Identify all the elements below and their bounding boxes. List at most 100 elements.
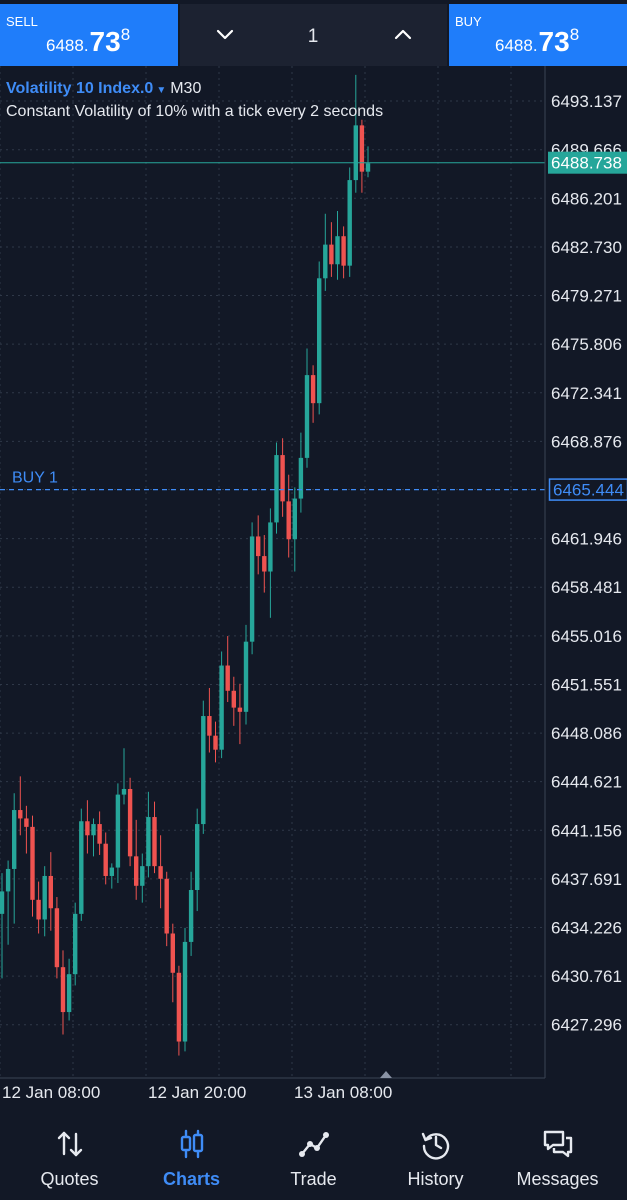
sell-price: 6488.738: [46, 25, 131, 57]
history-clock-icon: [421, 1132, 449, 1160]
time-axis-label: 13 Jan 08:00: [294, 1083, 392, 1102]
volume-decrease-button[interactable]: [200, 10, 250, 60]
candle-body: [317, 278, 322, 404]
candle-body: [188, 890, 194, 942]
candle-body: [42, 875, 47, 920]
candle-body: [115, 794, 121, 868]
candle-body: [256, 536, 261, 557]
candle-body: [182, 941, 188, 1042]
volume-value[interactable]: 1: [283, 26, 343, 48]
timeframe-label[interactable]: M30: [170, 80, 201, 97]
time-axis-label: 12 Jan 08:00: [2, 1083, 100, 1102]
candle-body: [85, 821, 90, 836]
candle-body: [127, 788, 133, 857]
sell-label: SELL: [6, 14, 38, 29]
price-axis-label: 6430.761: [551, 967, 622, 986]
price-axis-label: 6468.876: [551, 432, 622, 451]
candle-body: [5, 868, 11, 892]
nav-messages-label: Messages: [516, 1169, 599, 1189]
symbol-description: Constant Volatility of 10% with a tick e…: [6, 103, 384, 120]
candle-body: [103, 843, 108, 876]
candle-body: [243, 641, 249, 712]
candle-body: [91, 824, 96, 836]
candle-body: [18, 810, 23, 819]
candle-body: [79, 821, 84, 914]
candle-body: [249, 536, 255, 642]
volume-increase-button[interactable]: [378, 10, 428, 60]
price-axis-label: 6441.156: [551, 821, 622, 840]
candle-body: [329, 244, 334, 265]
chart-grid: [0, 66, 545, 1078]
trade-bar: SELL 6488.738 1 BUY 6488.738: [0, 0, 627, 66]
price-axis-label: 6458.481: [551, 578, 622, 597]
candle-body: [109, 867, 114, 876]
nav-trade[interactable]: Trade: [251, 1106, 376, 1200]
candle-body: [36, 899, 41, 920]
nav-messages[interactable]: Messages: [495, 1106, 620, 1200]
sell-button[interactable]: SELL 6488.738: [0, 4, 178, 66]
messages-icon: [543, 1130, 572, 1158]
buy-label: BUY: [455, 14, 482, 29]
candle-body: [176, 972, 182, 1042]
bottom-nav: Quotes Charts Trade History Messages: [0, 1106, 627, 1200]
caret-down-icon[interactable]: ▼: [156, 85, 166, 96]
candle-body: [0, 891, 5, 914]
candle-body: [201, 716, 206, 825]
candle-body: [280, 455, 285, 502]
candle-body: [310, 375, 316, 404]
trend-line-icon: [298, 1132, 329, 1157]
candle-body: [121, 788, 127, 795]
candle-body: [146, 817, 151, 867]
candle-body: [140, 866, 145, 886]
buy-order-label[interactable]: BUY 1: [12, 470, 58, 487]
time-axis: 12 Jan 08:00 12 Jan 20:00 13 Jan 08:00: [0, 1071, 545, 1102]
buy-button[interactable]: BUY 6488.738: [449, 4, 627, 66]
candle-body: [341, 236, 346, 266]
candle-body: [213, 735, 218, 750]
candle-body: [158, 866, 163, 879]
price-axis: 6493.1376489.6666486.2016482.7306479.271…: [544, 66, 627, 1078]
candle-body: [48, 875, 53, 909]
candle-body: [134, 856, 139, 886]
price-axis-label: 6479.271: [551, 287, 622, 306]
price-axis-label: 6493.137: [551, 92, 622, 111]
nav-history-label: History: [407, 1169, 464, 1189]
nav-quotes[interactable]: Quotes: [7, 1106, 132, 1200]
candle-body: [304, 375, 310, 458]
symbol-selector[interactable]: Volatility 10 Index.0: [6, 80, 153, 97]
candle-body: [97, 824, 102, 844]
chart-title: Volatility 10 Index.0 ▼ M30: [6, 80, 201, 98]
candle-body: [335, 236, 340, 265]
candle-body: [170, 933, 175, 973]
price-axis-label: 6482.730: [551, 238, 622, 257]
candles-icon: [180, 1129, 203, 1159]
price-axis-label: 6444.621: [551, 773, 622, 792]
price-axis-label: 6461.946: [551, 530, 622, 549]
candle-body: [353, 125, 358, 181]
chevron-down-icon: [216, 29, 234, 40]
price-axis-label: 6475.806: [551, 335, 622, 354]
candle-body: [347, 180, 352, 266]
volume-stepper: 1: [180, 4, 447, 66]
price-axis-label: 6472.341: [551, 384, 622, 403]
price-chart[interactable]: BUY 1 6493.1376489.6666486.2016482.73064…: [0, 66, 627, 1106]
nav-history[interactable]: History: [373, 1106, 498, 1200]
candle-body: [195, 824, 200, 891]
buy-price: 6488.738: [495, 25, 580, 57]
candle-body: [66, 974, 72, 1013]
price-axis-label: 6427.296: [551, 1016, 622, 1035]
candle-body: [298, 457, 304, 499]
candle-body: [262, 556, 267, 572]
nav-charts[interactable]: Charts: [129, 1106, 254, 1200]
candle-body: [30, 826, 35, 900]
scroll-marker-icon[interactable]: [380, 1071, 392, 1078]
candle-body: [225, 665, 230, 691]
candle-body: [73, 913, 78, 975]
candle-body: [231, 690, 236, 708]
price-lines: BUY 1: [0, 162, 545, 491]
candle-body: [152, 817, 157, 867]
candle-body: [207, 716, 212, 736]
candle-body: [365, 163, 371, 172]
chevron-up-icon: [394, 29, 412, 40]
candle-body: [60, 967, 66, 1013]
